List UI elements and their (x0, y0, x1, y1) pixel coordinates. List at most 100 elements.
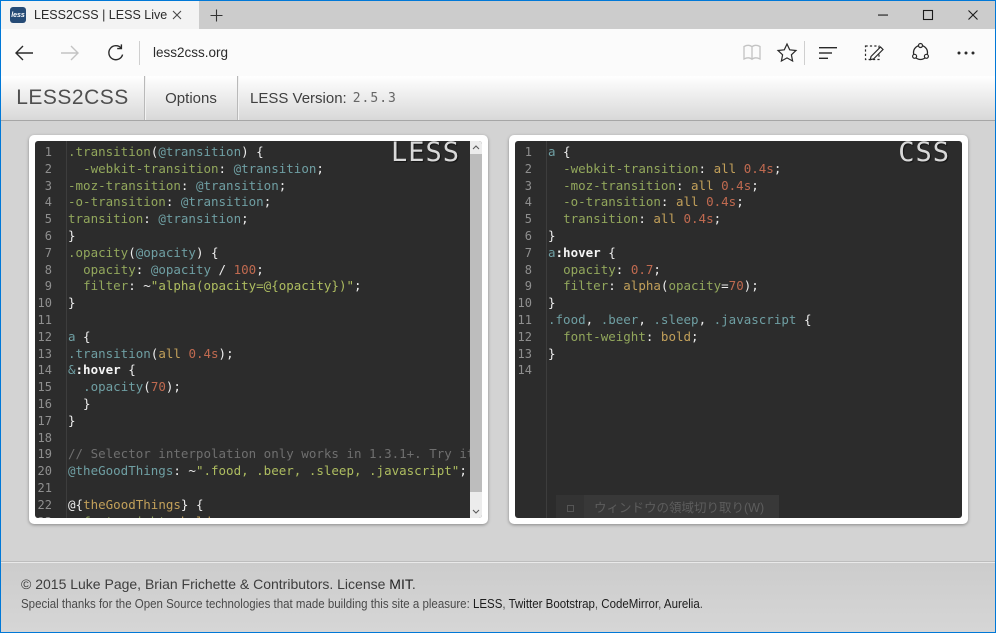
minimize-button[interactable] (860, 1, 905, 29)
line-number: 9 (515, 278, 539, 295)
line-number: 15 (35, 379, 59, 396)
more-actions-icon[interactable] (943, 30, 989, 76)
maximize-button[interactable] (905, 1, 950, 29)
code-line[interactable]: 4-o-transition: @transition; (35, 194, 482, 211)
less-scrollbar[interactable] (470, 141, 482, 518)
line-number: 21 (35, 480, 59, 497)
code-line[interactable]: 12a { (35, 329, 482, 346)
refresh-button[interactable] (93, 30, 139, 76)
address-bar[interactable]: less2css.org (140, 29, 734, 76)
line-number: 23 (35, 514, 59, 518)
code-line[interactable]: 20@theGoodThings: ~".food, .beer, .sleep… (35, 463, 482, 480)
back-button[interactable] (1, 30, 47, 76)
line-number: 18 (35, 430, 59, 447)
code-line[interactable]: 7.opacity(@opacity) { (35, 245, 482, 262)
new-tab-button[interactable] (199, 1, 233, 29)
css-panel: 1a {2 -webkit-transition: all 0.4s;3 -mo… (509, 135, 968, 524)
share-icon[interactable] (897, 30, 943, 76)
line-number: 9 (35, 278, 59, 295)
reading-view-icon[interactable] (734, 30, 769, 76)
code-line[interactable]: 11.food, .beer, .sleep, .javascript { (515, 312, 962, 329)
code-line[interactable]: 12 font-weight: bold; (515, 329, 962, 346)
forward-button[interactable] (47, 30, 93, 76)
hub-icon[interactable] (805, 30, 851, 76)
line-number: 1 (35, 144, 59, 161)
line-number: 6 (35, 228, 59, 245)
less-panel: 1.transition(@transition) {2 -webkit-tra… (29, 135, 488, 524)
css-editor[interactable]: 1a {2 -webkit-transition: all 0.4s;3 -mo… (515, 141, 962, 518)
code-line[interactable]: 23 font-weight: bold; (35, 514, 482, 518)
footer-link-aurelia[interactable]: Aurelia (664, 597, 700, 611)
code-line[interactable]: 10} (35, 295, 482, 312)
code-line[interactable]: 1a { (515, 144, 962, 161)
line-number: 13 (515, 346, 539, 363)
code-line[interactable]: 13.transition(all 0.4s); (35, 346, 482, 363)
code-line[interactable]: 3 -moz-transition: all 0.4s; (515, 178, 962, 195)
line-number: 19 (35, 446, 59, 463)
line-number: 11 (35, 312, 59, 329)
browser-tab[interactable]: less LESS2CSS | LESS Live Pr (1, 1, 199, 29)
mit-license-link[interactable]: MIT (389, 576, 412, 592)
web-note-icon[interactable] (851, 30, 897, 76)
line-number: 5 (35, 211, 59, 228)
code-line[interactable]: 15 .opacity(70); (35, 379, 482, 396)
line-number: 10 (515, 295, 539, 312)
code-line[interactable]: 2 -webkit-transition: all 0.4s; (515, 161, 962, 178)
line-number: 14 (515, 362, 539, 379)
line-number: 7 (515, 245, 539, 262)
line-number: 1 (515, 144, 539, 161)
line-number: 2 (515, 161, 539, 178)
favorites-star-icon[interactable] (769, 30, 804, 76)
scrollbar-thumb[interactable] (470, 154, 482, 492)
code-line[interactable]: 17} (35, 413, 482, 430)
less-editor[interactable]: 1.transition(@transition) {2 -webkit-tra… (35, 141, 482, 518)
line-number: 17 (35, 413, 59, 430)
code-line[interactable]: 6} (515, 228, 962, 245)
code-line[interactable]: 3-moz-transition: @transition; (35, 178, 482, 195)
code-line[interactable]: 16 } (35, 396, 482, 413)
close-window-button[interactable] (950, 1, 995, 29)
code-line[interactable]: 22@{theGoodThings} { (35, 497, 482, 514)
browser-navbar: less2css.org (1, 29, 995, 76)
code-line[interactable]: 9 filter: ~"alpha(opacity=@{opacity})"; (35, 278, 482, 295)
code-line[interactable]: 19// Selector interpolation only works i… (35, 446, 482, 463)
site-brand[interactable]: LESS2CSS (1, 76, 145, 120)
line-number: 11 (515, 312, 539, 329)
code-line[interactable]: 5transition: @transition; (35, 211, 482, 228)
code-line[interactable]: 21 (35, 480, 482, 497)
code-line[interactable]: 6} (35, 228, 482, 245)
code-line[interactable]: 13} (515, 346, 962, 363)
code-line[interactable]: 8 opacity: 0.7; (515, 262, 962, 279)
line-number: 6 (515, 228, 539, 245)
less-version: LESS Version: 2.5.3 (238, 76, 397, 120)
line-number: 5 (515, 211, 539, 228)
code-line[interactable]: 9 filter: alpha(opacity=70); (515, 278, 962, 295)
code-line[interactable]: 11 (35, 312, 482, 329)
line-number: 16 (35, 396, 59, 413)
browser-window: less LESS2CSS | LESS Live Pr (0, 0, 996, 633)
line-number: 12 (35, 329, 59, 346)
tab-close-icon[interactable] (168, 6, 186, 24)
tab-title: LESS2CSS | LESS Live Pr (34, 8, 168, 22)
line-number: 10 (35, 295, 59, 312)
code-line[interactable]: 18 (35, 430, 482, 447)
code-line[interactable]: 5 transition: all 0.4s; (515, 211, 962, 228)
footer-link-less[interactable]: LESS (473, 597, 502, 611)
code-line[interactable]: 14&:hover { (35, 362, 482, 379)
code-line[interactable]: 10} (515, 295, 962, 312)
line-number: 8 (515, 262, 539, 279)
footer-link-codemirror[interactable]: CodeMirror (601, 597, 658, 611)
address-url: less2css.org (153, 45, 228, 60)
line-number: 22 (35, 497, 59, 514)
code-line[interactable]: 7a:hover { (515, 245, 962, 262)
scroll-down-icon[interactable] (470, 505, 482, 518)
scroll-up-icon[interactable] (470, 141, 482, 154)
line-number: 8 (35, 262, 59, 279)
code-line[interactable]: 4 -o-transition: all 0.4s; (515, 194, 962, 211)
footer-link-twitter-bootstrap[interactable]: Twitter Bootstrap (509, 597, 595, 611)
line-number: 4 (515, 194, 539, 211)
code-line[interactable]: 14 (515, 362, 962, 379)
site-footer: © 2015 Luke Page, Brian Frichette & Cont… (1, 561, 995, 632)
code-line[interactable]: 8 opacity: @opacity / 100; (35, 262, 482, 279)
options-button[interactable]: Options (145, 76, 238, 120)
